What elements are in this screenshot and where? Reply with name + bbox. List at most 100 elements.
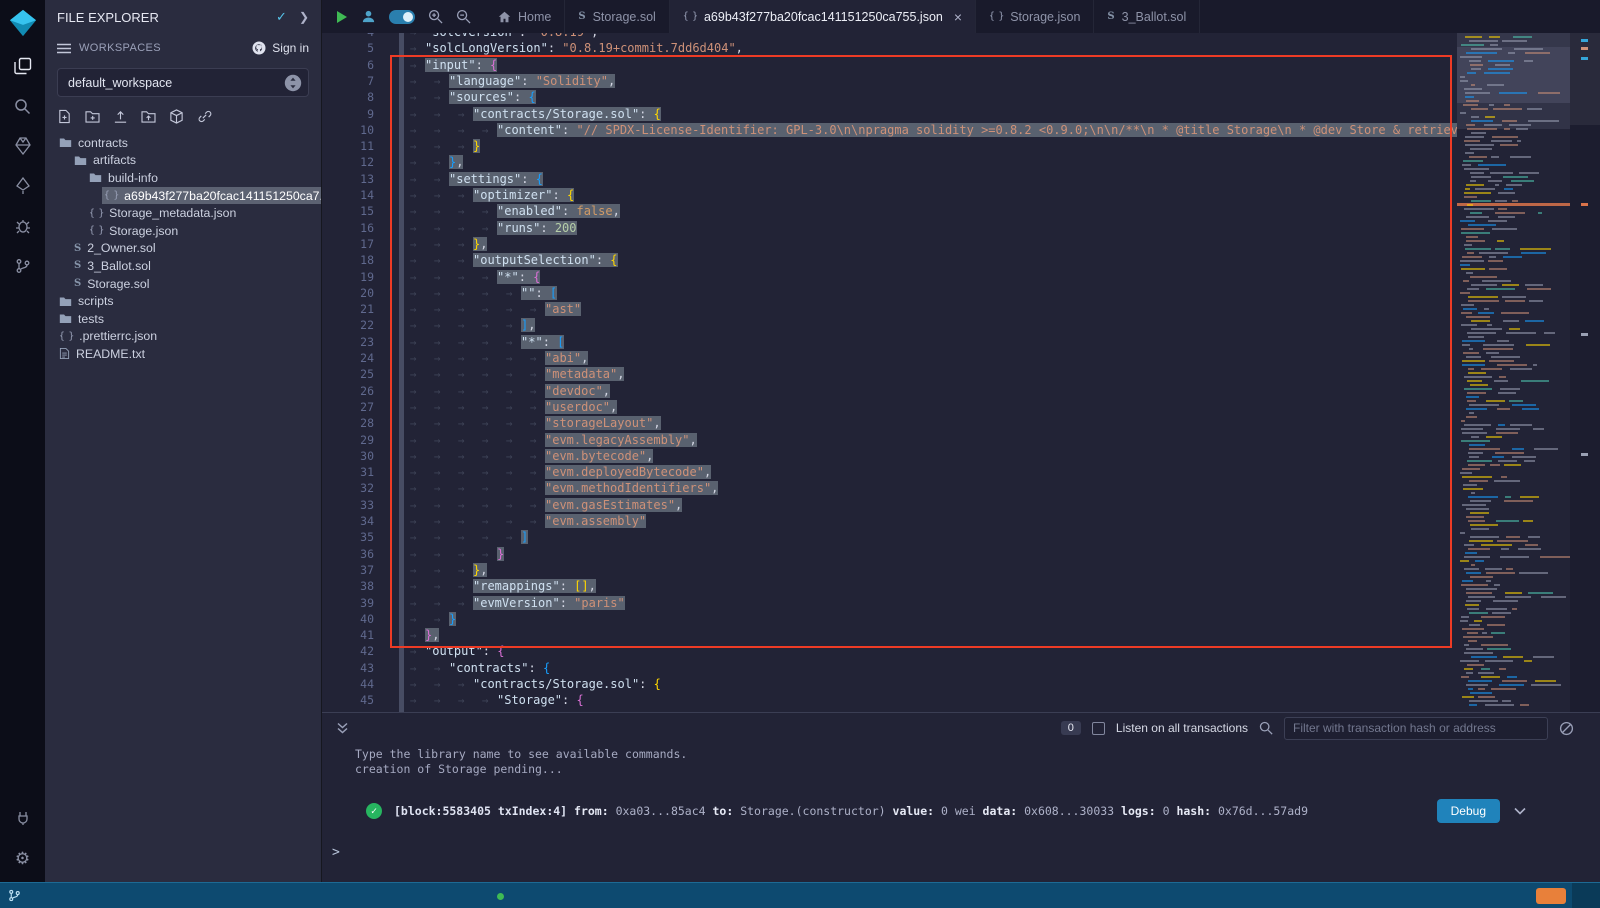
upload-file-icon[interactable] — [113, 109, 128, 124]
file-.prettierrc.json[interactable]: { }.prettierrc.json — [45, 328, 321, 346]
code-line-20[interactable]: 20→→→→→"": [ — [322, 285, 1600, 301]
code-line-14[interactable]: 14→→→"optimizer": { — [322, 187, 1600, 203]
code-line-13[interactable]: 13→→"settings": { — [322, 171, 1600, 187]
code-line-4[interactable]: 4→"solcVersion": "0.8.19", — [322, 33, 1600, 40]
workspaces-menu-icon[interactable] — [57, 43, 71, 54]
code-line-39[interactable]: 39→→→"evmVersion": "paris" — [322, 595, 1600, 611]
debug-button[interactable]: Debug — [1437, 799, 1500, 823]
code-line-28[interactable]: 28→→→→→→"storageLayout", — [322, 415, 1600, 431]
remix-logo[interactable] — [0, 0, 45, 46]
code-line-16[interactable]: 16→→→→"runs": 200 — [322, 220, 1600, 236]
debugger-icon[interactable] — [0, 206, 45, 246]
file-3_Ballot.sol[interactable]: S3_Ballot.sol — [45, 257, 321, 275]
clear-console-icon[interactable] — [1559, 721, 1574, 736]
code-line-38[interactable]: 38→→→"remappings": [], — [322, 578, 1600, 594]
code-line-42[interactable]: 42→"output": { — [322, 643, 1600, 659]
check-icon[interactable]: ✓ — [276, 9, 287, 25]
file-explorer-icon[interactable] — [0, 46, 45, 86]
code-line-27[interactable]: 27→→→→→→"userdoc", — [322, 399, 1600, 415]
code-line-8[interactable]: 8→→"sources": { — [322, 89, 1600, 105]
code-line-10[interactable]: 10→→→→"content": "// SPDX-License-Identi… — [322, 122, 1600, 138]
code-line-12[interactable]: 12→→}, — [322, 154, 1600, 170]
code-line-31[interactable]: 31→→→→→→"evm.deployedBytecode", — [322, 464, 1600, 480]
sign-in-button[interactable]: Sign in — [252, 41, 309, 55]
folder-contracts[interactable]: contracts — [45, 134, 321, 152]
link-icon[interactable] — [197, 109, 212, 124]
code-line-18[interactable]: 18→→→"outputSelection": { — [322, 252, 1600, 268]
ipfs-box-icon[interactable] — [169, 109, 184, 124]
folder-build-info[interactable]: build-info — [45, 169, 321, 187]
file-2_Owner.sol[interactable]: S2_Owner.sol — [45, 240, 321, 258]
workspace-selector[interactable]: default_workspace — [57, 68, 309, 97]
file-Storage.json[interactable]: { }Storage.json — [45, 222, 321, 240]
code-line-34[interactable]: 34→→→→→→"evm.assembly" — [322, 513, 1600, 529]
overview-ruler[interactable] — [1570, 33, 1600, 712]
code-line-25[interactable]: 25→→→→→→"metadata", — [322, 366, 1600, 382]
tab-Storage.sol[interactable]: SStorage.sol — [565, 0, 669, 33]
code-line-17[interactable]: 17→→→}, — [322, 236, 1600, 252]
code-line-24[interactable]: 24→→→→→→"abi", — [322, 350, 1600, 366]
terminal-search-icon[interactable] — [1259, 721, 1273, 735]
file-README.txt[interactable]: README.txt — [45, 345, 321, 363]
ai-assistant-icon[interactable] — [361, 9, 376, 24]
status-branch-icon[interactable] — [8, 889, 21, 902]
terminal-expand-icon[interactable] — [336, 721, 349, 735]
code-line-11[interactable]: 11→→→} — [322, 138, 1600, 154]
upload-folder-icon[interactable] — [141, 110, 156, 123]
deploy-run-icon[interactable] — [0, 166, 45, 206]
code-line-40[interactable]: 40→→} — [322, 611, 1600, 627]
minimap[interactable] — [1457, 33, 1570, 712]
folder-artifacts[interactable]: artifacts — [45, 152, 321, 170]
git-icon[interactable] — [0, 246, 45, 286]
toggle-switch-icon[interactable] — [389, 10, 415, 24]
tx-filter-input[interactable] — [1284, 717, 1548, 740]
code-line-41[interactable]: 41→}, — [322, 627, 1600, 643]
tab-3_Ballot.sol[interactable]: S3_Ballot.sol — [1094, 0, 1200, 33]
tab-Storage.json[interactable]: { }Storage.json — [976, 0, 1094, 33]
tx-expand-chevron-icon[interactable] — [1514, 807, 1526, 815]
code-editor[interactable]: 4→"solcVersion": "0.8.19",5→"solcLongVer… — [322, 33, 1600, 712]
file-a69b43f277ba20fcac141151250ca7...[interactable]: { }a69b43f277ba20fcac141151250ca7... — [45, 187, 321, 205]
search-icon[interactable] — [0, 86, 45, 126]
code-line-9[interactable]: 9→→→"contracts/Storage.sol": { — [322, 106, 1600, 122]
code-line-44[interactable]: 44→→→"contracts/Storage.sol": { — [322, 676, 1600, 692]
file-Storage.sol[interactable]: SStorage.sol — [45, 275, 321, 293]
code-line-15[interactable]: 15→→→→"enabled": false, — [322, 203, 1600, 219]
close-tab-icon[interactable]: × — [954, 10, 962, 24]
code-line-7[interactable]: 7→→"language": "Solidity", — [322, 73, 1600, 89]
file-Storage_metadata.json[interactable]: { }Storage_metadata.json — [45, 204, 321, 222]
workspace-options-icon[interactable] — [284, 74, 302, 92]
tab-a69b43f277ba20fcac141151250ca755.json[interactable]: { }a69b43f277ba20fcac141151250ca755.json… — [670, 0, 976, 33]
code-line-35[interactable]: 35→→→→→] — [322, 529, 1600, 545]
code-line-29[interactable]: 29→→→→→→"evm.legacyAssembly", — [322, 432, 1600, 448]
settings-gear-icon[interactable]: ⚙ — [0, 838, 45, 878]
code-line-26[interactable]: 26→→→→→→"devdoc", — [322, 383, 1600, 399]
code-line-32[interactable]: 32→→→→→→"evm.methodIdentifiers", — [322, 480, 1600, 496]
plugin-manager-icon[interactable] — [0, 798, 45, 838]
code-line-5[interactable]: 5→"solcLongVersion": "0.8.19+commit.7dd6… — [322, 40, 1600, 56]
ai-copilot-badge[interactable] — [1536, 888, 1566, 904]
transaction-log[interactable]: ✓ [block:5583405 txIndex:4] from: 0xa03.… — [366, 797, 1600, 825]
code-line-6[interactable]: 6→"input": { — [322, 57, 1600, 73]
listen-all-checkbox[interactable] — [1092, 722, 1105, 735]
code-line-21[interactable]: 21→→→→→→"ast" — [322, 301, 1600, 317]
chevron-right-icon[interactable]: ❯ — [299, 10, 309, 24]
code-line-43[interactable]: 43→→"contracts": { — [322, 660, 1600, 676]
solidity-compiler-icon[interactable] — [0, 126, 45, 166]
zoom-out-icon[interactable] — [456, 9, 471, 24]
code-line-33[interactable]: 33→→→→→→"evm.gasEstimates", — [322, 497, 1600, 513]
code-line-37[interactable]: 37→→→}, — [322, 562, 1600, 578]
code-line-45[interactable]: 45→→→→"Storage": { — [322, 692, 1600, 708]
code-line-30[interactable]: 30→→→→→→"evm.bytecode", — [322, 448, 1600, 464]
zoom-in-icon[interactable] — [428, 9, 443, 24]
folder-tests[interactable]: tests — [45, 310, 321, 328]
code-line-22[interactable]: 22→→→→→], — [322, 317, 1600, 333]
folder-scripts[interactable]: scripts — [45, 292, 321, 310]
tab-Home[interactable]: Home — [485, 0, 565, 33]
new-file-icon[interactable] — [57, 109, 72, 124]
new-folder-icon[interactable] — [85, 110, 100, 123]
code-line-23[interactable]: 23→→→→→"*": [ — [322, 334, 1600, 350]
code-line-19[interactable]: 19→→→→"*": { — [322, 269, 1600, 285]
run-script-button[interactable] — [336, 10, 348, 24]
terminal-prompt[interactable]: > — [332, 845, 340, 860]
